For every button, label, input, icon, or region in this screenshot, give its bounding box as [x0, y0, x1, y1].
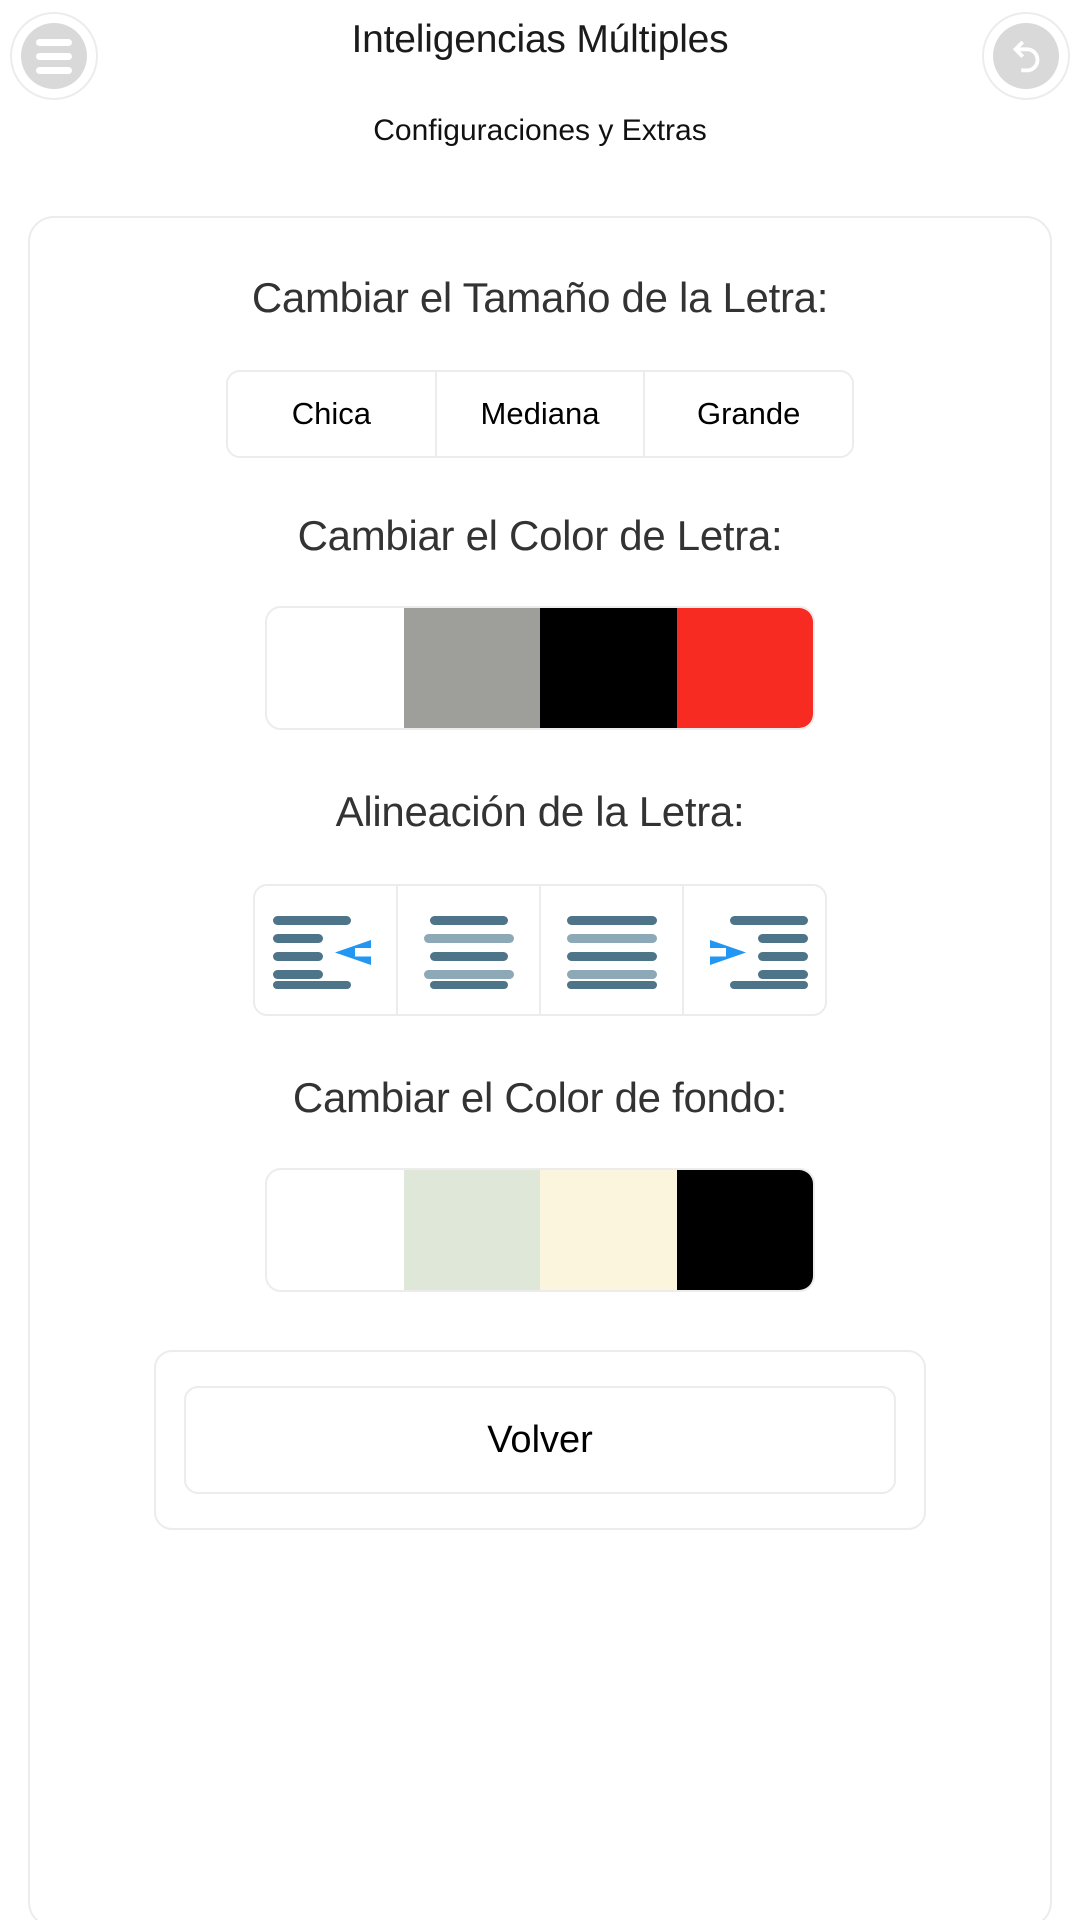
- font-size-option-chica[interactable]: Chica: [228, 372, 437, 456]
- font-color-swatch-strip: [265, 606, 815, 730]
- back-volver-label: Volver: [487, 1418, 593, 1461]
- alignment-control: [253, 884, 827, 1016]
- background-color-swatch-white[interactable]: [267, 1170, 404, 1290]
- align-left-icon: [272, 916, 371, 989]
- alignment-option-justify[interactable]: [541, 886, 684, 1014]
- background-color-swatch-cream[interactable]: [540, 1170, 677, 1290]
- footer-container: Volver: [154, 1350, 926, 1530]
- page-subtitle: Configuraciones y Extras: [373, 114, 707, 147]
- font-size-option-label: Mediana: [480, 396, 600, 431]
- background-color-swatch-black[interactable]: [676, 1170, 813, 1290]
- background-color-swatch-strip: [265, 1168, 815, 1292]
- alignment-option-left[interactable]: [255, 886, 398, 1014]
- font-size-option-mediana[interactable]: Mediana: [436, 372, 646, 456]
- font-color-swatch-white[interactable]: [267, 608, 404, 728]
- font-size-option-label: Chica: [291, 396, 371, 431]
- font-size-segmented-control: Chica Mediana Grande: [226, 370, 854, 458]
- font-color-section-title: Cambiar el Color de Letra:: [297, 512, 783, 559]
- hamburger-bar: [36, 66, 72, 74]
- font-size-option-grande[interactable]: Grande: [645, 372, 852, 456]
- background-color-swatch-light-green[interactable]: [403, 1170, 540, 1290]
- align-justify-icon: [566, 916, 657, 989]
- app-header: Inteligencias Múltiples: [0, 0, 1080, 112]
- alignment-option-right[interactable]: [684, 886, 825, 1014]
- back-volver-button[interactable]: Volver: [184, 1386, 896, 1494]
- font-size-section-title: Cambiar el Tamaño de la Letra:: [251, 274, 829, 321]
- settings-card: Cambiar el Tamaño de la Letra: Chica Med…: [28, 216, 1052, 1920]
- page-title: Inteligencias Múltiples: [351, 18, 729, 61]
- alignment-section-title: Alineación de la Letra:: [335, 788, 745, 835]
- align-center-icon: [423, 916, 514, 989]
- alignment-option-center[interactable]: [398, 886, 541, 1014]
- font-color-swatch-red[interactable]: [676, 608, 813, 728]
- font-color-swatch-gray[interactable]: [403, 608, 540, 728]
- align-right-icon: [709, 916, 808, 989]
- font-color-swatch-black[interactable]: [540, 608, 677, 728]
- settings-screen: Inteligencias Múltiples Configuraciones …: [0, 0, 1080, 1920]
- font-size-option-label: Grande: [696, 396, 801, 431]
- undo-back-arrow-icon: [993, 23, 1059, 89]
- back-button[interactable]: [982, 12, 1070, 100]
- background-color-section-title: Cambiar el Color de fondo:: [292, 1074, 788, 1121]
